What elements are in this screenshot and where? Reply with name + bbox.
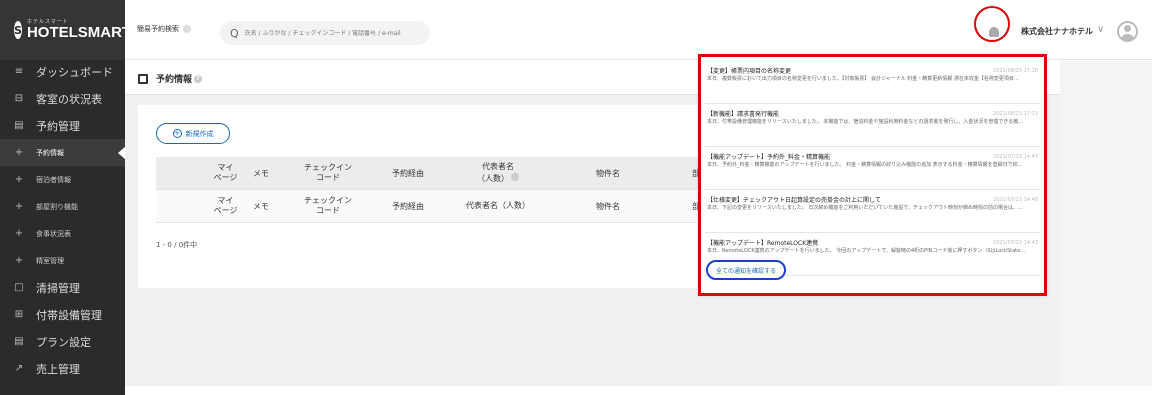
sidebar-item-reservations[interactable]: ▤ 予約管理 [0, 112, 125, 139]
top-header: 簡易予約検索 Q 株式会社ナナホテル ∨ [125, 0, 1152, 60]
sidebar-item-meal-status[interactable]: + 食事状況表 [0, 220, 125, 247]
column-footer-memo: メモ [253, 201, 269, 211]
sidebar-item-label: 精室管理 [36, 256, 64, 265]
page-title: 予約情報? [138, 72, 203, 85]
notification-date: 2021/08/23 17:13 [993, 111, 1038, 117]
column-header-checkin-code[interactable]: チェックイン コード [288, 163, 368, 184]
notification-title: 【仕様変更】チェックアウト日起算設定の売掛金の計上に関して [707, 197, 881, 204]
notification-item[interactable]: 【新機能】請求書発行機能 2021/08/23 17:13 本日、付帯設備管理機… [705, 104, 1040, 147]
notification-body: 本日、RemoteLOCK連携のアップデートを行いました。 今回のアップデートで… [707, 248, 1026, 254]
column-footer-booking-via: 予約経由 [392, 201, 424, 211]
sidebar-item-label: プラン設定 [36, 335, 91, 349]
sidebar-item-label: ダッシュボード [36, 65, 113, 79]
plus-icon: + [14, 147, 24, 158]
quick-search-label: 簡易予約検索 [137, 24, 191, 34]
column-footer-mypage: マイ ページ [213, 195, 238, 215]
column-footer-property: 物件名 [596, 201, 620, 211]
logo-mark-icon: S [14, 21, 22, 39]
sidebar-item-sales[interactable]: ↗ 売上管理 [0, 355, 125, 382]
view-all-notifications-button[interactable]: 全ての通知を確認する [706, 260, 786, 280]
sidebar-item-guest-info[interactable]: + 宿泊者情報 [0, 166, 125, 193]
notification-body: 本日、予約外_料金・精算機能のアップデートを行いました。 料金・精算情報の絞り込… [707, 162, 1023, 168]
sidebar-item-label: 清掃管理 [36, 281, 80, 295]
logo-text: HOTELSMART [26, 24, 132, 41]
result-count: 1 - 0 / 0件中 [156, 241, 198, 249]
help-icon[interactable] [511, 172, 519, 181]
column-header-booking-via[interactable]: 予約経由 [368, 168, 448, 179]
help-icon[interactable] [183, 25, 191, 33]
help-icon[interactable]: ? [194, 74, 203, 83]
avatar[interactable] [1117, 21, 1138, 42]
notification-list: 【変更】帳票内項目の名称変更 2021/08/23 17:16 本日、複数帳票に… [705, 61, 1040, 276]
notification-body: 本日、付帯設備管理機能をリリースいたしました。 本機能では、宿泊料金や施設利用料… [707, 119, 1024, 125]
search-box[interactable]: Q [220, 21, 430, 45]
sidebar-nav: ≡ ダッシュボード ⊟ 客室の状況表 ▤ 予約管理 + 予約情報 + 宿泊者情報 + 部屋割… [0, 58, 126, 382]
trend-icon: ↗ [14, 363, 24, 374]
logo-subtitle: ホテルスマート [26, 19, 69, 25]
plus-icon: + [14, 255, 24, 266]
app-window: S ホテルスマート HOTELSMART ≡ ダッシュボード ⊟ 客室の状況表 ▤ 予… [0, 0, 1152, 395]
document-icon: ▤ [14, 336, 24, 347]
chevron-down-icon[interactable]: ∨ [1097, 24, 1104, 35]
sidebar-item-label: 食事状況表 [36, 229, 71, 238]
column-header-mypage[interactable]: マイ ページ [198, 163, 253, 184]
search-input[interactable] [244, 29, 415, 37]
sidebar: S ホテルスマート HOTELSMART ≡ ダッシュボード ⊟ 客室の状況表 ▤ 予… [0, 0, 131, 395]
sidebar-item-room-assignment[interactable]: + 部屋割り機能 [0, 193, 125, 220]
clipboard-icon: ▤ [14, 120, 24, 131]
plus-icon: + [172, 129, 182, 138]
sidebar-item-label: 売上管理 [36, 362, 80, 376]
sidebar-item-room-status[interactable]: ⊟ 客室の状況表 [0, 85, 125, 112]
create-button[interactable]: + 新規作成 [156, 123, 230, 144]
reservation-icon [138, 73, 148, 84]
notification-date: 2021/08/23 17:16 [993, 68, 1038, 74]
plus-icon: + [14, 174, 24, 185]
plus-icon: + [14, 228, 24, 239]
sidebar-item-label: 付帯設備管理 [36, 308, 102, 322]
sidebar-item-dashboard[interactable]: ≡ ダッシュボード [0, 58, 125, 85]
annotation-circle [974, 6, 1010, 42]
menu-icon: ≡ [14, 66, 24, 77]
column-header-property[interactable]: 物件名 [548, 168, 668, 179]
notification-title: 【新機能】請求書発行機能 [707, 111, 780, 118]
column-footer-checkin-code: チェックイン コード [304, 195, 352, 215]
notification-item[interactable]: 【機能アップデート】予約外_料金・精算機能 2021/07/23 14:47 本… [705, 147, 1040, 190]
notification-title: 【機能アップデート】RemoteLOCK連携 [707, 240, 819, 247]
bottom-strip [125, 386, 1152, 395]
bed-icon: ⊟ [14, 93, 24, 104]
column-header-memo[interactable]: メモ [253, 168, 288, 179]
sidebar-item-reservation-info[interactable]: + 予約情報 [0, 139, 126, 166]
sidebar-item-cleaning[interactable]: □ 清掃管理 [0, 274, 125, 301]
notification-date: 2021/07/23 14:48 [993, 197, 1038, 203]
sidebar-item-facilities[interactable]: ⊞ 付帯設備管理 [0, 301, 125, 328]
sidebar-item-plan-settings[interactable]: ▤ プラン設定 [0, 328, 125, 355]
notification-title: 【機能アップデート】予約外_料金・精算機能 [707, 154, 831, 161]
notification-body: 本日、複数帳票において出力項目の名称変更を行いました。【対象帳票】 会計ジャーナ… [707, 76, 1019, 82]
notification-date: 2021/07/23 14:43 [993, 240, 1038, 246]
calendar-icon: □ [14, 282, 24, 293]
column-header-representative[interactable]: 代表者名 （人数） [448, 162, 548, 184]
notification-body: 本日、下記の変更をリリースいたしました。 日次締め機能をご利用いただいていた施設… [707, 205, 1023, 211]
search-icon: Q [230, 26, 239, 40]
notification-title: 【変更】帳票内項目の名称変更 [707, 68, 792, 75]
company-name[interactable]: 株式会社ナナホテル [1021, 26, 1093, 37]
grid-icon: ⊞ [14, 309, 24, 320]
sidebar-item-label: 客室の状況表 [36, 92, 102, 106]
plus-icon: + [14, 201, 24, 212]
sidebar-item-label: 予約情報 [36, 148, 64, 157]
sidebar-item-label: 部屋割り機能 [36, 202, 78, 211]
sidebar-item-label: 宿泊者情報 [36, 175, 71, 184]
right-gutter [1060, 61, 1152, 386]
logo[interactable]: S ホテルスマート HOTELSMART [0, 0, 131, 60]
sidebar-item-checkout-management[interactable]: + 精室管理 [0, 247, 125, 274]
notification-item[interactable]: 【仕様変更】チェックアウト日起算設定の売掛金の計上に関して 2021/07/23… [705, 190, 1040, 233]
sidebar-item-label: 予約管理 [36, 119, 80, 133]
notification-date: 2021/07/23 14:47 [993, 154, 1038, 160]
column-footer-representative: 代表者名（人数） [466, 200, 530, 210]
notification-item[interactable]: 【変更】帳票内項目の名称変更 2021/08/23 17:16 本日、複数帳票に… [705, 61, 1040, 104]
